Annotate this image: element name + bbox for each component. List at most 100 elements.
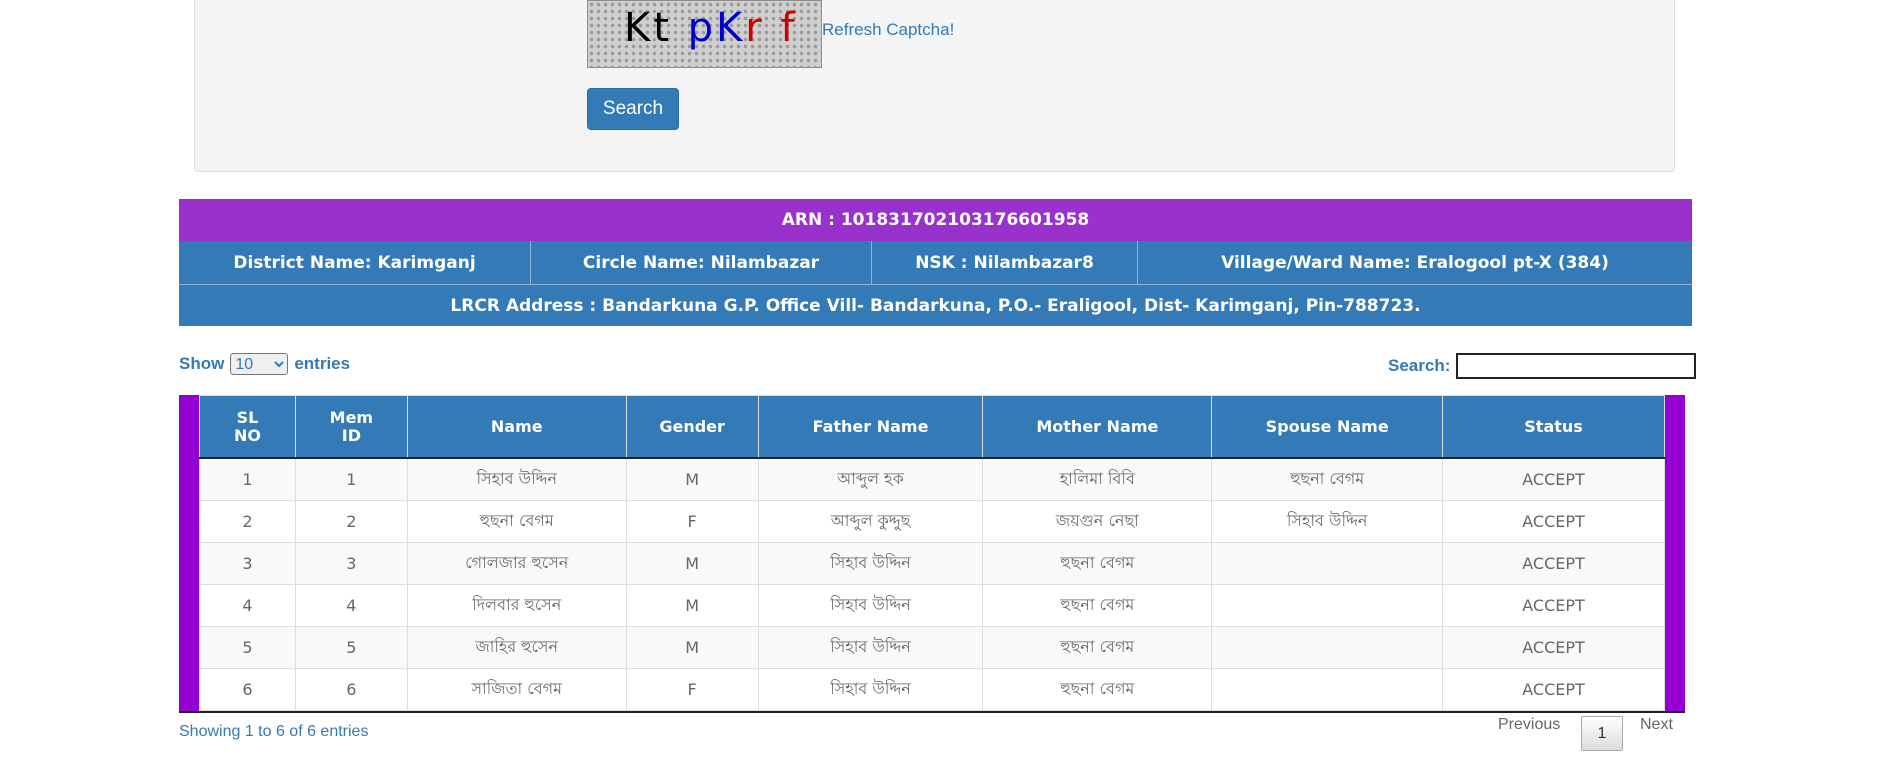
circle-cell: Circle Name: Nilambazar xyxy=(531,241,872,284)
column-header[interactable]: SL NO xyxy=(199,395,296,459)
column-header-label: SL xyxy=(236,407,259,427)
table-cell: 1 xyxy=(199,457,296,501)
captcha-char: f xyxy=(780,5,798,51)
table-cell: 5 xyxy=(199,626,296,669)
nsk-cell: NSK : Nilambazar8 xyxy=(872,241,1138,284)
table-cell: 4 xyxy=(294,584,408,627)
captcha-image: Kt pKr f xyxy=(587,0,822,68)
table-cell: 2 xyxy=(199,500,296,543)
column-header[interactable]: Father Name xyxy=(757,395,984,459)
table-search-control: Search: xyxy=(1388,353,1697,379)
table-cell: গোলজার হুসেন xyxy=(406,542,627,585)
table-cell: F xyxy=(625,500,759,543)
table-cell: ACCEPT xyxy=(1442,457,1665,501)
captcha-char: r xyxy=(745,5,765,51)
table-cell: 6 xyxy=(199,668,296,711)
captcha-char: t xyxy=(653,5,672,51)
table-cell: M xyxy=(625,626,759,669)
table-cell: হুছনা বেগম xyxy=(982,626,1213,669)
table-row: 6 6 সাজিতা বেগম F সিহাব উদ্দিন হুছনা বেগম ACCE… xyxy=(199,668,1665,711)
table-cell: দিলবার হুসেন xyxy=(406,584,627,627)
table-cell: 3 xyxy=(199,542,296,585)
column-header[interactable]: Status xyxy=(1442,395,1665,459)
table-cell: সাজিতা বেগম xyxy=(406,668,627,711)
table-row: 5 5 জাহির হুসেন M সিহাব উদ্দিন হুছনা বেগম ACCE… xyxy=(199,626,1665,669)
entries-length-control: Show 10 entries xyxy=(179,353,350,375)
table-search-input[interactable] xyxy=(1456,353,1697,379)
table-cell xyxy=(1211,626,1444,669)
column-header-label: Mother Name xyxy=(1036,416,1159,436)
column-header-label: Father Name xyxy=(812,416,929,436)
table-cell: ACCEPT xyxy=(1442,626,1665,669)
table-cell: আব্দুল কুদ্দুছ xyxy=(757,500,984,543)
column-header-label: Mem xyxy=(329,407,374,427)
table-cell: সিহাব উদ্দিন xyxy=(757,542,984,585)
table-cell: হুছনা বেগম xyxy=(982,668,1213,711)
table-cell: ACCEPT xyxy=(1442,584,1665,627)
lrcr-address-text: LRCR Address : Bandarkuna G.P. Office Vi… xyxy=(450,295,1421,316)
column-header[interactable]: Mother Name xyxy=(982,395,1213,459)
table-cell: 4 xyxy=(199,584,296,627)
table-body: 1 1 সিহাব উদ্দিন M আব্দুল হক হালিমা বিবি হুছনা… xyxy=(199,457,1665,711)
table-cell: F xyxy=(625,668,759,711)
refresh-captcha-link[interactable]: Refresh Captcha! xyxy=(822,20,954,40)
table-header-row: SL NO Mem ID Name Gender Father Name Mother Nam… xyxy=(199,395,1665,459)
table-cell: সিহাব উদ্দিন xyxy=(757,626,984,669)
table-row: 1 1 সিহাব উদ্দিন M আব্দুল হক হালিমা বিবি হুছনা… xyxy=(199,457,1665,501)
table-cell: ACCEPT xyxy=(1442,500,1665,543)
column-header[interactable]: Spouse Name xyxy=(1211,395,1444,459)
table-row: 4 4 দিলবার হুসেন M সিহাব উদ্দিন হুছনা বেগম ACC… xyxy=(199,584,1665,627)
previous-button[interactable]: Previous xyxy=(1498,716,1560,734)
column-header-label-line2: NO xyxy=(233,425,261,445)
captcha-char: K xyxy=(624,5,654,51)
table-cell: হুছনা বেগম xyxy=(982,542,1213,585)
table-cell: 3 xyxy=(294,542,408,585)
search-button[interactable]: Search xyxy=(587,88,679,130)
table-cell: M xyxy=(625,542,759,585)
next-button[interactable]: Next xyxy=(1640,716,1673,734)
table-cell: হুছনা বেগম xyxy=(406,500,627,543)
table-cell: জাহির হুসেন xyxy=(406,626,627,669)
table-info: Showing 1 to 6 of 6 entries xyxy=(179,723,369,740)
arn-bar: ARN : 101831702103176601958 xyxy=(179,199,1692,241)
table-cell: হালিমা বিবি xyxy=(982,457,1213,501)
table-cell: 5 xyxy=(294,626,408,669)
captcha-char: p xyxy=(687,5,717,51)
entries-label: entries xyxy=(294,354,351,373)
location-info-row: District Name: Karimganj Circle Name: Ni… xyxy=(179,241,1692,284)
table-cell: ACCEPT xyxy=(1442,668,1665,711)
table-cell: সিহাব উদ্দিন xyxy=(757,668,984,711)
table-row: 2 2 হুছনা বেগম F আব্দুল কুদ্দুছ জয়গুন নেছা সি… xyxy=(199,500,1665,543)
table-cell: M xyxy=(625,584,759,627)
table-cell: 6 xyxy=(294,668,408,711)
column-header[interactable]: Gender xyxy=(625,395,759,459)
table-cell: 2 xyxy=(294,500,408,543)
table-cell: হুছনা বেগম xyxy=(1211,457,1444,501)
page-1-button[interactable]: 1 xyxy=(1581,716,1623,751)
column-header-label: Gender xyxy=(659,416,725,436)
captcha-text: Kt pKr f xyxy=(624,5,798,51)
table-row: 3 3 গোলজার হুসেন M সিহাব উদ্দিন হুছনা বেগম ACC… xyxy=(199,542,1665,585)
entries-select[interactable]: 10 xyxy=(230,353,289,375)
table-cell xyxy=(1211,542,1444,585)
table-cell: সিহাব উদ্দিন xyxy=(757,584,984,627)
column-header-label: Status xyxy=(1524,416,1583,436)
table-cell: আব্দুল হক xyxy=(757,457,984,501)
show-label: Show xyxy=(179,354,225,373)
captcha-char: K xyxy=(716,5,746,51)
arn-text: ARN : 101831702103176601958 xyxy=(781,210,1090,230)
members-table: SL NO Mem ID Name Gender Father Name Mother Nam… xyxy=(199,395,1665,711)
table-cell: সিহাব উদ্দিন xyxy=(1211,500,1444,543)
table-cell: সিহাব উদ্দিন xyxy=(406,457,627,501)
column-header-label: Name xyxy=(490,416,543,436)
column-header[interactable]: Mem ID xyxy=(294,395,408,459)
table-cell xyxy=(1211,668,1444,711)
table-cell: হুছনা বেগম xyxy=(982,584,1213,627)
lrcr-address-bar: LRCR Address : Bandarkuna G.P. Office Vi… xyxy=(179,284,1692,326)
captcha-char xyxy=(672,5,688,51)
column-header-label: Spouse Name xyxy=(1265,416,1389,436)
table-search-label: Search: xyxy=(1388,356,1451,375)
column-header[interactable]: Name xyxy=(406,395,627,459)
captcha-char xyxy=(765,5,781,51)
table-cell: M xyxy=(625,457,759,501)
